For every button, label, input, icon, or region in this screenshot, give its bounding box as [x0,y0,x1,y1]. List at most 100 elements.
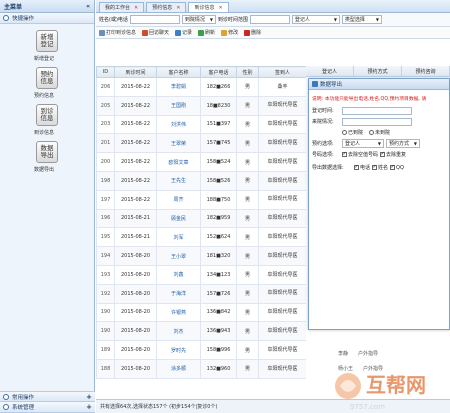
table-cell: 阜阳现代导医 [258,208,306,229]
export-fields-label: 导出数据选择: [312,165,344,171]
quick-action-button[interactable]: 新增 登记 [36,30,58,52]
visited-radio[interactable]: 已到院 [342,129,363,136]
table-row[interactable]: 198 2015-08-22 王先生 158■526 男阜阳现代导医 [96,170,306,191]
table-cell[interactable]: 李碧娟 [156,77,201,97]
close-icon[interactable]: ✕ [134,5,138,11]
table-row[interactable]: 197 2015-08-22 周齐 188■750 男阜阳现代导医 [96,189,306,210]
remove-empty-checkbox[interactable]: 去除空值号码 [342,151,378,158]
column-header[interactable]: 性别 [236,66,259,78]
column-header[interactable]: 预约方式 [354,66,402,76]
column-header[interactable]: ID [96,66,115,78]
system-admin-group[interactable]: 系统管理 + [0,402,95,413]
close-icon[interactable]: ✕ [218,5,222,11]
table-row[interactable]: 195 2015-08-21 刘军 152■624 男阜阳现代导医 [96,227,306,248]
table-row[interactable]: 200 2015-08-22 欧阳文章 158■524 男阜阳现代导医 [96,152,306,172]
name-label: 姓名 [378,165,389,171]
table-row[interactable]: 193 2015-08-20 刘鑫 134■123 男阜阳现代导医 [96,264,306,285]
table-row[interactable]: 192 2015-08-20 于海洋 157■726 男阜阳现代导医 [96,283,306,304]
table-row[interactable]: 196 2015-08-21 顾金民 182■959 男阜阳现代导医 [96,208,306,229]
common-actions-group[interactable]: 常用操作 + [0,391,95,402]
table-cell[interactable]: 王翠荣 [156,133,201,154]
quick-action-button[interactable]: 数据 导出 [36,141,58,163]
quick-action-item[interactable]: 数据 导出 数据导出 [34,141,74,173]
delete-button[interactable]: 删除 [244,29,261,36]
quick-action-item[interactable]: 预约 信息 预约信息 [34,67,74,99]
phone-checkbox[interactable]: 电话 [354,164,370,171]
record-button[interactable]: 记录 [175,29,192,36]
table-cell[interactable]: 刘杰 [156,321,201,342]
table-row[interactable]: 189 2015-08-20 罗时先 158■996 男阜阳现代导医 [96,340,306,360]
column-header[interactable]: 签到人 [258,66,306,78]
collapse-sidebar-icon[interactable]: « [86,3,90,10]
tab-0[interactable]: 我的工作台 ✕ [99,2,145,12]
table-cell: 158■996 [200,340,237,360]
appointment-method-select[interactable]: 预约方式 ▼ [386,139,420,148]
not-visited-radio[interactable]: 未到院 [369,129,390,136]
table-cell: 阜阳现代导医 [258,133,306,154]
table-cell[interactable]: 刘鑫 [156,264,201,285]
visit-status-select[interactable]: 到院情况 ▼ [181,15,216,24]
table-row[interactable]: 201 2015-08-22 王翠荣 157■745 男阜阳现代导医 [96,133,306,154]
refresh-button[interactable]: 刷新 [198,29,215,36]
name-phone-input[interactable] [129,15,180,24]
table-cell: 阜阳现代导医 [258,95,306,116]
column-header[interactable]: 预约咨询 [402,66,450,76]
table-row[interactable]: 190 2015-08-20 许银燕 136■842 男阜阳现代导医 [96,302,306,323]
column-header[interactable]: 到诊时间 [114,66,157,78]
close-icon[interactable]: ✕ [176,5,180,11]
print-button[interactable]: 打印到诊信息 [99,29,136,36]
table-row[interactable]: 206 2015-08-22 李碧娟 182■266 男桑丰 [96,77,306,97]
table-cell[interactable]: 刘洪伟 [156,114,201,135]
column-header[interactable]: 登记人 [306,66,354,76]
registrar-select[interactable]: 登记人 ▼ [291,15,340,24]
table-row[interactable]: 194 2015-08-20 王小翠 181■320 男阜阳现代导医 [96,246,306,266]
register-time-input[interactable] [342,106,412,115]
column-header[interactable]: 客户名称 [156,66,201,78]
table-cell[interactable]: 王先生 [156,170,201,191]
quick-action-button[interactable]: 到诊 信息 [36,104,58,126]
common-actions-label: 常用操作 [12,394,35,401]
table-cell: 阜阳现代导医 [258,246,306,266]
table-row[interactable]: 190 2015-08-20 刘杰 136■943 男阜阳现代导医 [96,321,306,342]
expand-icon[interactable]: + [86,393,92,401]
table-cell[interactable]: 欧阳文章 [156,152,201,172]
table-cell[interactable]: 王国刚 [156,95,201,116]
table-cell: 2015-08-22 [114,170,157,191]
time-range-start[interactable] [249,15,290,24]
remove-duplicate-checkbox[interactable]: 去除重复 [380,151,406,158]
expand-icon[interactable]: + [86,403,92,411]
table-row[interactable]: 203 2015-08-22 刘洪伟 151■397 男阜阳现代导医 [96,114,306,135]
appointment-method-value: 预约方式 [389,141,410,147]
quick-actions-group[interactable]: 快捷操作 [0,13,94,24]
table-row[interactable]: 188 2015-08-20 涂多顺 132■960 男阜阳现代导医 [96,358,306,379]
tab-1[interactable]: 预约信息 ✕ [146,2,187,12]
quick-action-item[interactable]: 新增 登记 新增登记 [34,30,74,62]
table-cell[interactable]: 涂多顺 [156,358,201,379]
table-cell[interactable]: 许银燕 [156,302,201,323]
visit-status-row: 来院情况: [309,116,449,127]
checkbox-icon [342,151,347,157]
table-cell[interactable]: 王小翠 [156,246,201,266]
quick-action-button[interactable]: 预约 信息 [36,67,58,89]
table-cell[interactable]: 刘军 [156,227,201,248]
quick-action-item[interactable]: 到诊 信息 到诊信息 [34,104,74,136]
chevron-down-icon: ▼ [209,17,213,22]
name-checkbox[interactable]: 姓名 [372,164,388,171]
table-cell[interactable]: 于海洋 [156,283,201,304]
edit-button[interactable]: 修改 [221,29,238,36]
table-cell[interactable]: 顾金民 [156,208,201,229]
type-select[interactable]: 类型选择 ▼ [341,15,382,24]
table-cell: 189 [96,340,115,360]
registrar-option-select[interactable]: 登记人 ▼ [342,139,384,148]
table-row[interactable]: 205 2015-08-22 王国刚 18■8230 男阜阳现代导医 [96,95,306,116]
visit-status-input[interactable] [342,117,412,126]
tab-2[interactable]: 到诊信息 ✕ [188,2,229,12]
revisit-button[interactable]: 回访聊天 [142,29,169,36]
table-cell: 阜阳现代导医 [258,152,306,172]
table-cell[interactable]: 周齐 [156,189,201,210]
table-cell[interactable]: 罗时先 [156,340,201,360]
sidebar-bottom: 常用操作 + 系统管理 + [0,391,95,413]
table-cell: 195 [96,227,115,248]
qq-checkbox[interactable]: QQ [390,164,404,171]
column-header[interactable]: 客户电话 [200,66,237,78]
